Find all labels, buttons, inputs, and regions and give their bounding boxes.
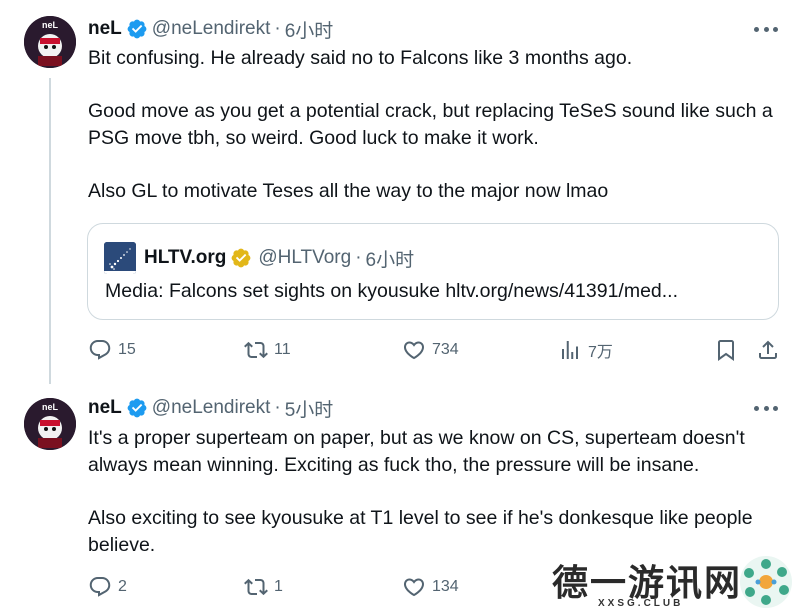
reply-count: 2 bbox=[118, 578, 127, 595]
reply-icon bbox=[89, 577, 111, 597]
heart-icon bbox=[403, 341, 425, 360]
reply-count: 15 bbox=[118, 341, 136, 358]
like-count: 134 bbox=[432, 578, 459, 595]
retweet-icon bbox=[244, 578, 268, 596]
like-count: 734 bbox=[432, 341, 459, 358]
like-button[interactable]: 734 bbox=[402, 335, 459, 365]
author-name[interactable]: neL bbox=[88, 18, 122, 40]
verified-badge-icon bbox=[127, 19, 147, 39]
more-options-icon[interactable] bbox=[754, 19, 778, 39]
bookmark-button[interactable] bbox=[714, 335, 738, 365]
svg-text:neL: neL bbox=[42, 20, 59, 30]
quote-header: HLTV.org @HLTVorg · 6小时 bbox=[104, 242, 415, 274]
author-handle[interactable]: @neLendirekt bbox=[152, 397, 271, 419]
tweet-paragraph: Good move as you get a potential crack, … bbox=[88, 100, 773, 149]
views-count: 7万 bbox=[588, 344, 613, 361]
retweet-button[interactable]: 1 bbox=[244, 572, 283, 602]
watermark-subtitle: XXSG.CLUB bbox=[598, 598, 684, 609]
reply-button[interactable]: 15 bbox=[88, 335, 136, 365]
quoted-tweet-card[interactable]: HLTV.org @HLTVorg · 6小时 Media: Falcons s… bbox=[87, 223, 779, 320]
tweet-text: Bit confusing. He already said no to Fal… bbox=[88, 45, 788, 205]
bookmark-icon bbox=[718, 340, 734, 361]
author-name[interactable]: neL bbox=[88, 397, 122, 419]
share-button[interactable] bbox=[756, 335, 780, 365]
heart-icon bbox=[403, 578, 425, 597]
site-watermark: 德一游讯网 XXSG.CLUB bbox=[536, 548, 800, 614]
timestamp[interactable]: 5小时 bbox=[285, 395, 334, 422]
svg-text:neL: neL bbox=[42, 402, 59, 412]
tweet-paragraph: Also GL to motivate Teses all the way to… bbox=[88, 180, 609, 202]
separator-dot: · bbox=[274, 18, 281, 39]
verified-badge-icon bbox=[127, 398, 147, 418]
views-button[interactable]: 7万 bbox=[558, 335, 613, 365]
separator-dot: · bbox=[355, 247, 362, 268]
tweet-actions: 15 11 734 7万 bbox=[88, 335, 780, 365]
tweet-paragraph: Bit confusing. He already said no to Fal… bbox=[88, 47, 633, 69]
timestamp[interactable]: 6小时 bbox=[285, 16, 334, 43]
watermark-logo-icon bbox=[740, 556, 792, 608]
quote-text: Media: Falcons set sights on kyousuke hl… bbox=[105, 280, 679, 302]
thread-connector-line bbox=[49, 78, 51, 384]
avatar[interactable]: neL bbox=[24, 398, 76, 450]
separator-dot: · bbox=[274, 397, 281, 418]
quote-author-handle[interactable]: @HLTVorg bbox=[258, 247, 351, 269]
share-icon bbox=[759, 340, 777, 359]
reply-button[interactable]: 2 bbox=[88, 572, 127, 602]
retweet-button[interactable]: 11 bbox=[244, 335, 291, 365]
more-options-icon[interactable] bbox=[754, 398, 778, 418]
avatar[interactable]: neL bbox=[24, 16, 76, 68]
retweet-icon bbox=[244, 341, 268, 359]
like-button[interactable]: 134 bbox=[402, 572, 459, 602]
hltv-logo-icon[interactable] bbox=[104, 242, 136, 274]
views-chart-icon bbox=[562, 341, 578, 359]
tweet-text: It's a proper superteam on paper, but as… bbox=[88, 425, 788, 559]
author-handle[interactable]: @neLendirekt bbox=[152, 18, 271, 40]
verified-gold-badge-icon bbox=[231, 248, 251, 268]
tweet-paragraph: It's a proper superteam on paper, but as… bbox=[88, 427, 745, 476]
quote-timestamp[interactable]: 6小时 bbox=[366, 245, 415, 272]
tweet-header: neL @neLendirekt · 6小时 bbox=[88, 16, 334, 43]
retweet-count: 11 bbox=[274, 341, 291, 358]
tweet-header: neL @neLendirekt · 5小时 bbox=[88, 395, 334, 422]
reply-icon bbox=[89, 340, 111, 360]
retweet-count: 1 bbox=[274, 578, 283, 595]
quote-author-name[interactable]: HLTV.org bbox=[144, 247, 226, 269]
